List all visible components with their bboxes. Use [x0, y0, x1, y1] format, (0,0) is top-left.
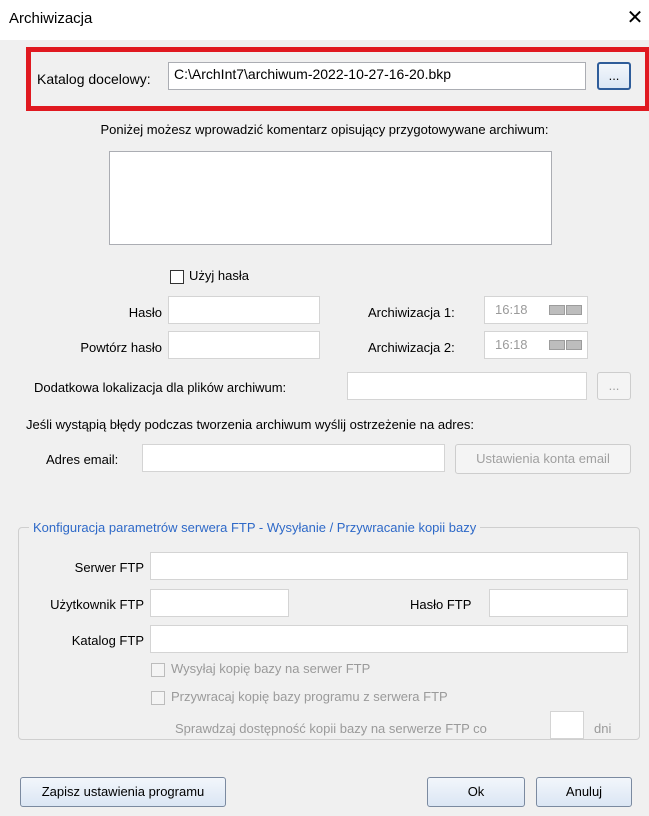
email-label: Adres email:: [46, 452, 119, 467]
archive1-label: Archiwizacja 1:: [368, 305, 455, 320]
password-label: Hasło: [128, 305, 162, 320]
extra-location-label: Dodatkowa lokalizacja dla plików archiwu…: [34, 380, 287, 395]
repeat-password-label: Powtórz hasło: [80, 340, 162, 355]
spin-up-icon[interactable]: [566, 340, 582, 350]
ftp-restore-copy-checkbox[interactable]: [151, 691, 165, 705]
ftp-restore-copy-label: Przywracaj kopię bazy programu z serwera…: [171, 689, 448, 704]
archive2-time: 16:18: [495, 337, 528, 352]
ftp-send-copy-checkbox[interactable]: [151, 663, 165, 677]
ok-button[interactable]: Ok: [427, 777, 525, 807]
use-password-checkbox[interactable]: [170, 270, 184, 284]
spin-down-icon[interactable]: [549, 305, 565, 315]
archive1-time-picker[interactable]: 16:18: [484, 296, 588, 324]
email-notice: Jeśli wystąpią błędy podczas tworzenia a…: [26, 417, 474, 432]
ftp-user-input[interactable]: [150, 589, 289, 617]
ftp-group-legend: Konfiguracja parametrów serwera FTP - Wy…: [33, 520, 477, 535]
archive2-label: Archiwizacja 2:: [368, 340, 455, 355]
title-bar: [0, 0, 649, 40]
email-input[interactable]: [142, 444, 445, 472]
ftp-user-label: Użytkownik FTP: [50, 597, 144, 612]
ftp-check-label: Sprawdzaj dostępność kopii bazy na serwe…: [175, 721, 487, 736]
ftp-send-copy-label: Wysyłaj kopię bazy na serwer FTP: [171, 661, 371, 676]
target-label: Katalog docelowy:: [37, 71, 151, 87]
repeat-password-input[interactable]: [168, 331, 320, 359]
ftp-server-label: Serwer FTP: [74, 560, 144, 575]
password-input[interactable]: [168, 296, 320, 324]
ftp-server-input[interactable]: [150, 552, 628, 580]
email-settings-button[interactable]: Ustawienia konta email: [455, 444, 631, 474]
target-browse-button[interactable]: ...: [597, 62, 631, 90]
ftp-dir-label: Katalog FTP: [71, 633, 144, 648]
archive2-time-picker[interactable]: 16:18: [484, 331, 588, 359]
ftp-dir-input[interactable]: [150, 625, 628, 653]
spin-up-icon[interactable]: [566, 305, 582, 315]
use-password-label: Użyj hasła: [189, 268, 249, 283]
spin-down-icon[interactable]: [549, 340, 565, 350]
ftp-check-days-input[interactable]: [550, 711, 584, 739]
target-path-input[interactable]: C:\ArchInt7\archiwum-2022-10-27-16-20.bk…: [168, 62, 586, 90]
extra-location-browse-button[interactable]: ...: [597, 372, 631, 400]
extra-location-input[interactable]: [347, 372, 587, 400]
close-icon[interactable]: ✕: [624, 4, 646, 32]
ftp-password-input[interactable]: [489, 589, 628, 617]
cancel-button[interactable]: Anuluj: [536, 777, 632, 807]
window-title: Archiwizacja: [9, 10, 93, 27]
archive1-time: 16:18: [495, 302, 528, 317]
save-settings-button[interactable]: Zapisz ustawienia programu: [20, 777, 226, 807]
comment-textarea[interactable]: [109, 151, 552, 245]
comment-instruction: Poniżej możesz wprowadzić komentarz opis…: [100, 122, 549, 137]
ftp-password-label: Hasło FTP: [410, 597, 472, 612]
ftp-days-label: dni: [594, 721, 612, 736]
